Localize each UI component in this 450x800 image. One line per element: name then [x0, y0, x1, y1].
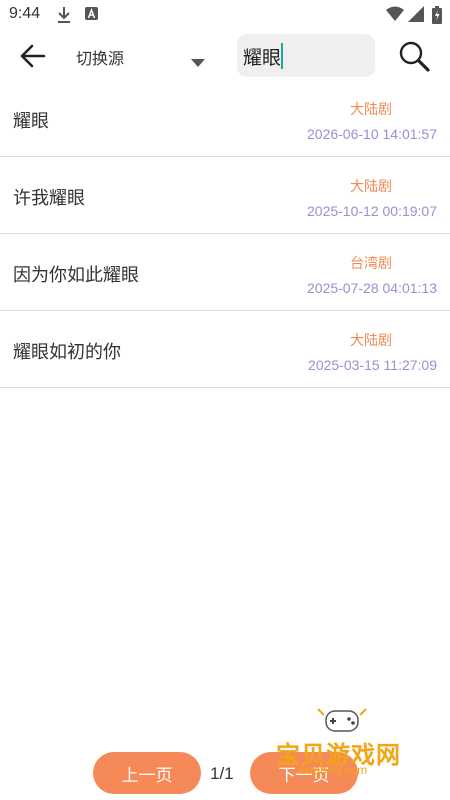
wifi-icon [386, 6, 404, 26]
item-date: 2025-10-12 00:19:07 [307, 203, 437, 219]
item-title: 因为你如此耀眼 [13, 265, 139, 286]
back-button[interactable] [18, 41, 50, 71]
prev-page-button[interactable]: 上一页 [93, 752, 201, 794]
arrow-left-icon [20, 44, 46, 68]
status-bar: 9:44 [0, 0, 450, 32]
signal-icon [408, 6, 424, 26]
item-date: 2025-07-28 04:01:13 [307, 280, 437, 296]
triangle-down-icon[interactable] [191, 52, 205, 67]
page-indicator: 1/1 [210, 764, 234, 783]
item-region: 大陆剧 [350, 102, 392, 118]
item-title: 耀眼如初的你 [13, 342, 121, 363]
item-region: 台湾剧 [350, 256, 392, 272]
watermark-url: baobeiy.com [300, 763, 368, 777]
item-region: 大陆剧 [350, 333, 392, 349]
text-caret [281, 43, 283, 69]
status-time: 9:44 [9, 5, 41, 22]
magnifier-icon [399, 41, 430, 72]
search-input[interactable] [243, 42, 363, 70]
list-item[interactable]: 耀眼如初的你 大陆剧 2025-03-15 11:27:09 [0, 311, 450, 388]
search-button[interactable] [397, 39, 431, 73]
item-date: 2025-03-15 11:27:09 [308, 357, 437, 373]
gamepad-icon [317, 708, 367, 732]
search-box[interactable] [237, 34, 375, 77]
download-icon [57, 6, 71, 28]
item-region: 大陆剧 [350, 179, 392, 195]
switch-source-label[interactable]: 切换源 [76, 45, 124, 69]
list-item[interactable]: 许我耀眼 大陆剧 2025-10-12 00:19:07 [0, 157, 450, 234]
list-item[interactable]: 耀眼 大陆剧 2026-06-10 14:01:57 [0, 80, 450, 157]
battery-icon [432, 6, 442, 28]
top-toolbar: 切换源 [0, 32, 450, 80]
item-title: 许我耀眼 [13, 188, 85, 209]
results-list: 耀眼 大陆剧 2026-06-10 14:01:57 许我耀眼 大陆剧 2025… [0, 80, 450, 388]
item-date: 2026-06-10 14:01:57 [307, 126, 437, 142]
watermark-logo: 宝贝游戏网 baobeiy.com [276, 705, 426, 795]
a-badge-icon [85, 6, 99, 26]
list-item[interactable]: 因为你如此耀眼 台湾剧 2025-07-28 04:01:13 [0, 234, 450, 311]
item-title: 耀眼 [13, 111, 49, 132]
